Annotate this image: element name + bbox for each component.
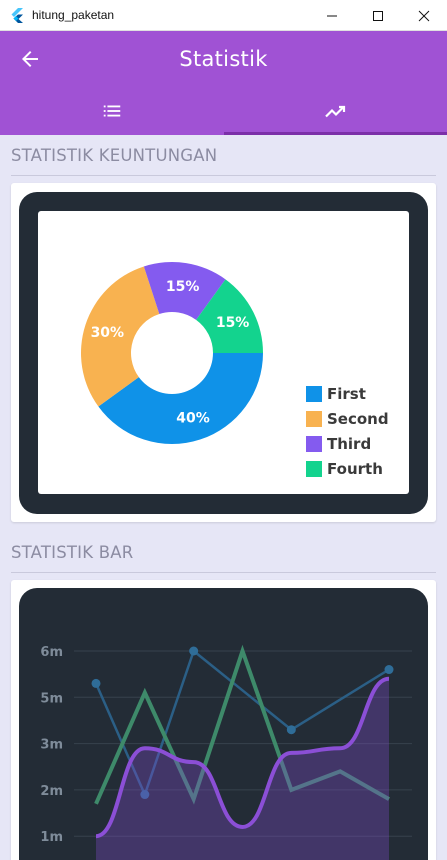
y-tick-label: 2m <box>40 784 63 799</box>
line-chart: 1m 2m 3m 5m 6m <box>40 644 412 860</box>
y-tick-label: 5m <box>40 691 63 706</box>
series-point <box>384 665 394 675</box>
y-tick-label: 3m <box>40 738 63 753</box>
series-point <box>286 725 296 735</box>
series-point <box>189 646 199 656</box>
series-point <box>91 678 101 688</box>
y-tick-label: 6m <box>40 645 63 660</box>
y-tick-label: 1m <box>40 830 63 845</box>
